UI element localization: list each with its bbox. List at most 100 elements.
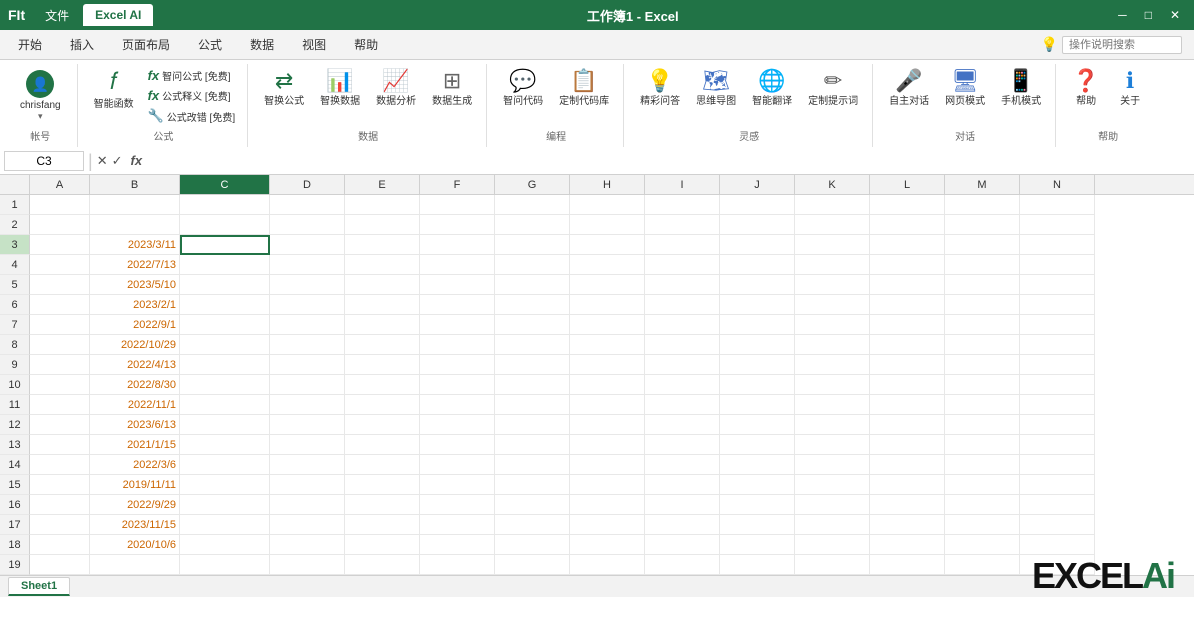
cell-a7[interactable] bbox=[30, 315, 90, 335]
cell-d8[interactable] bbox=[270, 335, 345, 355]
cell-k12[interactable] bbox=[795, 415, 870, 435]
cell-g17[interactable] bbox=[495, 515, 570, 535]
cell-j19[interactable] bbox=[720, 555, 795, 575]
cell-n1[interactable] bbox=[1020, 195, 1095, 215]
cell-a4[interactable] bbox=[30, 255, 90, 275]
minimize-button[interactable]: ─ bbox=[1112, 6, 1133, 24]
col-header-m[interactable]: M bbox=[945, 175, 1020, 194]
cell-h8[interactable] bbox=[570, 335, 645, 355]
cell-i1[interactable] bbox=[645, 195, 720, 215]
col-header-g[interactable]: G bbox=[495, 175, 570, 194]
cell-k18[interactable] bbox=[795, 535, 870, 555]
cell-j2[interactable] bbox=[720, 215, 795, 235]
cell-n16[interactable] bbox=[1020, 495, 1095, 515]
cell-m12[interactable] bbox=[945, 415, 1020, 435]
account-button[interactable]: 👤 chrisfang ▾ bbox=[12, 66, 69, 126]
cell-l16[interactable] bbox=[870, 495, 945, 515]
cell-a15[interactable] bbox=[30, 475, 90, 495]
cell-j8[interactable] bbox=[720, 335, 795, 355]
col-header-k[interactable]: K bbox=[795, 175, 870, 194]
cell-n6[interactable] bbox=[1020, 295, 1095, 315]
cell-b19[interactable] bbox=[90, 555, 180, 575]
cell-m2[interactable] bbox=[945, 215, 1020, 235]
cell-g18[interactable] bbox=[495, 535, 570, 555]
row-num-16[interactable]: 16 bbox=[0, 495, 30, 515]
cell-c13[interactable] bbox=[180, 435, 270, 455]
cell-h13[interactable] bbox=[570, 435, 645, 455]
cell-k9[interactable] bbox=[795, 355, 870, 375]
cell-a1[interactable] bbox=[30, 195, 90, 215]
cell-c10[interactable] bbox=[180, 375, 270, 395]
cell-m15[interactable] bbox=[945, 475, 1020, 495]
cell-f11[interactable] bbox=[420, 395, 495, 415]
cell-l3[interactable] bbox=[870, 235, 945, 255]
col-header-f[interactable]: F bbox=[420, 175, 495, 194]
cell-h17[interactable] bbox=[570, 515, 645, 535]
row-num-9[interactable]: 9 bbox=[0, 355, 30, 375]
cell-b14[interactable]: 2022/3/6 bbox=[90, 455, 180, 475]
cell-i9[interactable] bbox=[645, 355, 720, 375]
cell-g15[interactable] bbox=[495, 475, 570, 495]
cell-g2[interactable] bbox=[495, 215, 570, 235]
cell-f1[interactable] bbox=[420, 195, 495, 215]
cell-d1[interactable] bbox=[270, 195, 345, 215]
cell-i2[interactable] bbox=[645, 215, 720, 235]
cell-l15[interactable] bbox=[870, 475, 945, 495]
cell-k15[interactable] bbox=[795, 475, 870, 495]
col-header-d[interactable]: D bbox=[270, 175, 345, 194]
cell-d14[interactable] bbox=[270, 455, 345, 475]
col-header-h[interactable]: H bbox=[570, 175, 645, 194]
cell-f10[interactable] bbox=[420, 375, 495, 395]
cell-e10[interactable] bbox=[345, 375, 420, 395]
cell-n17[interactable] bbox=[1020, 515, 1095, 535]
cell-j4[interactable] bbox=[720, 255, 795, 275]
cell-e4[interactable] bbox=[345, 255, 420, 275]
cell-k13[interactable] bbox=[795, 435, 870, 455]
cell-j1[interactable] bbox=[720, 195, 795, 215]
cell-f15[interactable] bbox=[420, 475, 495, 495]
confirm-formula-icon[interactable]: ✓ bbox=[112, 153, 123, 169]
cell-h4[interactable] bbox=[570, 255, 645, 275]
cell-b2[interactable] bbox=[90, 215, 180, 235]
cell-i15[interactable] bbox=[645, 475, 720, 495]
cell-k5[interactable] bbox=[795, 275, 870, 295]
cell-k8[interactable] bbox=[795, 335, 870, 355]
cell-h9[interactable] bbox=[570, 355, 645, 375]
cell-n10[interactable] bbox=[1020, 375, 1095, 395]
cell-k19[interactable] bbox=[795, 555, 870, 575]
cell-g3[interactable] bbox=[495, 235, 570, 255]
cell-f5[interactable] bbox=[420, 275, 495, 295]
cell-c12[interactable] bbox=[180, 415, 270, 435]
cell-c11[interactable] bbox=[180, 395, 270, 415]
formula-explain-button[interactable]: fx 公式释义 [免费] bbox=[144, 86, 240, 105]
cell-b11[interactable]: 2022/11/1 bbox=[90, 395, 180, 415]
cell-k1[interactable] bbox=[795, 195, 870, 215]
cell-d5[interactable] bbox=[270, 275, 345, 295]
cell-j13[interactable] bbox=[720, 435, 795, 455]
cell-a11[interactable] bbox=[30, 395, 90, 415]
cell-l9[interactable] bbox=[870, 355, 945, 375]
col-header-c[interactable]: C bbox=[180, 175, 270, 194]
cell-l4[interactable] bbox=[870, 255, 945, 275]
cell-k7[interactable] bbox=[795, 315, 870, 335]
cell-b6[interactable]: 2023/2/1 bbox=[90, 295, 180, 315]
row-num-10[interactable]: 10 bbox=[0, 375, 30, 395]
cell-a6[interactable] bbox=[30, 295, 90, 315]
cell-f7[interactable] bbox=[420, 315, 495, 335]
cell-i7[interactable] bbox=[645, 315, 720, 335]
cell-g1[interactable] bbox=[495, 195, 570, 215]
cell-m19[interactable] bbox=[945, 555, 1020, 575]
cell-b8[interactable]: 2022/10/29 bbox=[90, 335, 180, 355]
cell-i10[interactable] bbox=[645, 375, 720, 395]
row-num-5[interactable]: 5 bbox=[0, 275, 30, 295]
cell-b12[interactable]: 2023/6/13 bbox=[90, 415, 180, 435]
cell-j18[interactable] bbox=[720, 535, 795, 555]
cell-l5[interactable] bbox=[870, 275, 945, 295]
cell-c4[interactable] bbox=[180, 255, 270, 275]
cell-h10[interactable] bbox=[570, 375, 645, 395]
cell-c1[interactable] bbox=[180, 195, 270, 215]
gen-code-button[interactable]: 📋 定制代码库 bbox=[553, 66, 615, 110]
cell-e19[interactable] bbox=[345, 555, 420, 575]
tab-view[interactable]: 视图 bbox=[288, 30, 340, 59]
cell-d6[interactable] bbox=[270, 295, 345, 315]
